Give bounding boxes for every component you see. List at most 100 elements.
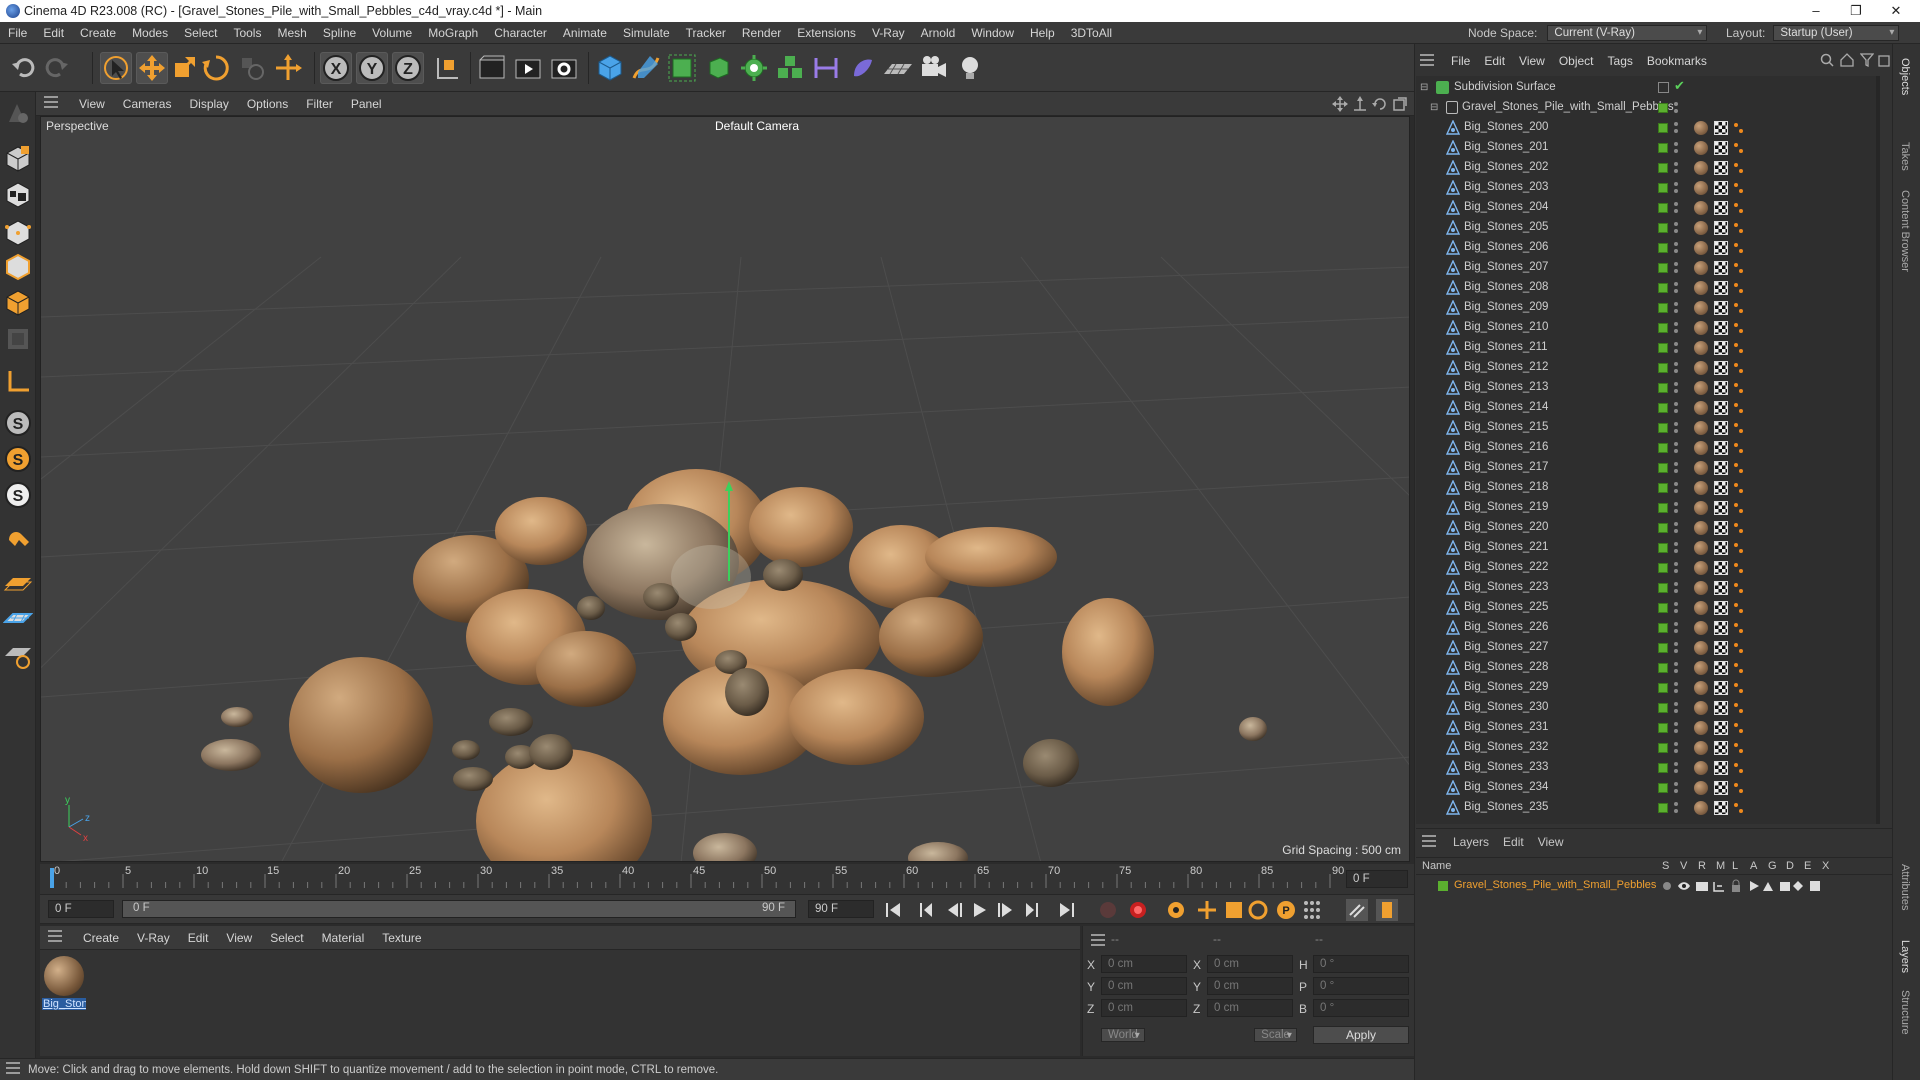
layer-col-l[interactable]: L [1732,860,1738,872]
phong-tag-icon[interactable] [1734,581,1744,595]
texture-tag-icon[interactable] [1714,241,1728,255]
material-menu-view[interactable]: View [217,931,261,945]
texture-tag-icon[interactable] [1714,581,1728,595]
layer-color-box[interactable] [1658,183,1668,193]
phong-tag-icon[interactable] [1734,261,1744,275]
layer-col-g[interactable]: G [1768,860,1777,872]
live-selection-icon[interactable] [100,52,132,84]
phong-tag-icon[interactable] [1734,221,1744,235]
menu-create[interactable]: Create [72,26,124,40]
current-frame-field[interactable]: 0 F [48,900,114,918]
tree-row-object[interactable]: Big_Stones_233 [1416,758,1880,778]
menu-arnold[interactable]: Arnold [913,26,964,40]
menu-character[interactable]: Character [486,26,555,40]
axis-mode-icon[interactable] [3,366,33,396]
workplane-icon[interactable] [3,568,33,598]
recent-tools-icon[interactable] [236,52,268,84]
phong-tag-icon[interactable] [1734,641,1744,655]
field-icon[interactable] [846,52,878,84]
visibility-dots[interactable] [1674,422,1678,434]
extrude-generator-icon[interactable] [702,52,734,84]
object-new-window-icon[interactable] [1878,53,1890,70]
tree-row-object[interactable]: Big_Stones_205 [1416,218,1880,238]
object-search-icon[interactable] [1820,53,1834,70]
layer-color-box[interactable] [1658,803,1668,813]
minimize-button[interactable]: – [1796,0,1836,22]
tree-row-object[interactable]: Big_Stones_215 [1416,418,1880,438]
coordinate-system-icon[interactable] [430,52,462,84]
tree-row-object[interactable]: Big_Stones_228 [1416,658,1880,678]
layer-color-box[interactable] [1658,323,1668,333]
layer-color-box[interactable] [1658,283,1668,293]
texture-mode-icon[interactable] [3,180,33,210]
layer-color-box[interactable] [1658,403,1668,413]
visibility-dots[interactable] [1674,242,1678,254]
coord-size-y-field[interactable]: 0 cm [1207,977,1293,995]
pen-spline-icon[interactable] [630,52,662,84]
texture-tag-icon[interactable] [1714,141,1728,155]
layer-menu-view[interactable]: View [1531,835,1571,849]
layer-name[interactable]: Gravel_Stones_Pile_with_Small_Pebbles [1454,879,1656,891]
scale-tool-icon[interactable] [168,52,200,84]
node-space-dropdown[interactable]: Current (V-Ray) [1547,25,1708,41]
subdivision-surface-icon[interactable] [666,52,698,84]
phong-tag-icon[interactable] [1734,501,1744,515]
material-tag-icon[interactable] [1694,521,1708,535]
phong-tag-icon[interactable] [1734,481,1744,495]
material-tag-icon[interactable] [1694,761,1708,775]
material-tag-icon[interactable] [1694,221,1708,235]
material-tag-icon[interactable] [1694,301,1708,315]
layer-color-box[interactable] [1658,503,1668,513]
object-menu-object[interactable]: Object [1552,54,1601,68]
coord-size-z-field[interactable]: 0 cm [1207,999,1293,1017]
visibility-dots[interactable] [1674,602,1678,614]
layer-color-box[interactable] [1658,223,1668,233]
layer-menu-edit[interactable]: Edit [1496,835,1531,849]
material-menu-vray[interactable]: V-Ray [128,931,179,945]
viewport-hamburger-icon[interactable] [44,96,70,111]
phong-tag-icon[interactable] [1734,401,1744,415]
tree-row-object[interactable]: Big_Stones_223 [1416,578,1880,598]
viewport-rotate-icon[interactable] [1372,96,1388,115]
phong-tag-icon[interactable] [1734,161,1744,175]
layer-color-box[interactable] [1658,703,1668,713]
material-tag-icon[interactable] [1694,641,1708,655]
model-mode-icon[interactable] [3,144,33,174]
layer-row[interactable]: Gravel_Stones_Pile_with_Small_Pebbles [1416,877,1892,895]
layer-hamburger-icon[interactable] [1422,834,1446,850]
visibility-dots[interactable] [1674,302,1678,314]
phong-tag-icon[interactable] [1734,801,1744,815]
viewport-menu-options[interactable]: Options [238,97,297,111]
material-menu-create[interactable]: Create [74,931,128,945]
menu-select[interactable]: Select [176,26,225,40]
visibility-dots[interactable] [1674,182,1678,194]
texture-tag-icon[interactable] [1714,501,1728,515]
texture-tag-icon[interactable] [1714,441,1728,455]
material-tag-icon[interactable] [1694,801,1708,815]
layer-col-v[interactable]: V [1680,860,1687,872]
enabled-check-icon[interactable]: ✔ [1674,78,1685,94]
layer-color-box[interactable] [1658,443,1668,453]
phong-tag-icon[interactable] [1734,421,1744,435]
layer-color-box[interactable] [1658,263,1668,273]
phong-tag-icon[interactable] [1734,441,1744,455]
material-menu-texture[interactable]: Texture [373,931,430,945]
texture-tag-icon[interactable] [1714,321,1728,335]
snap-icon[interactable]: S [3,408,33,438]
tree-row-object[interactable]: Big_Stones_214 [1416,398,1880,418]
material-tag-icon[interactable] [1694,501,1708,515]
layer-col-a[interactable]: A [1750,860,1757,872]
material-tag-icon[interactable] [1694,581,1708,595]
side-tab-structure[interactable]: Structure [1899,990,1911,1035]
y-axis-lock-icon[interactable]: Y [356,52,388,84]
layer-col-e[interactable]: E [1804,860,1811,872]
texture-tag-icon[interactable] [1714,661,1728,675]
material-menu-select[interactable]: Select [261,931,312,945]
layer-col-x[interactable]: X [1822,860,1829,872]
tree-row-subdivision-surface[interactable]: ⊟ Subdivision Surface ✔ [1416,78,1880,98]
layer-color-box[interactable] [1658,683,1668,693]
visibility-dots[interactable] [1674,782,1678,794]
phong-tag-icon[interactable] [1734,341,1744,355]
max-frame-field[interactable]: 90 F [808,900,874,918]
visibility-dots[interactable] [1674,122,1678,134]
